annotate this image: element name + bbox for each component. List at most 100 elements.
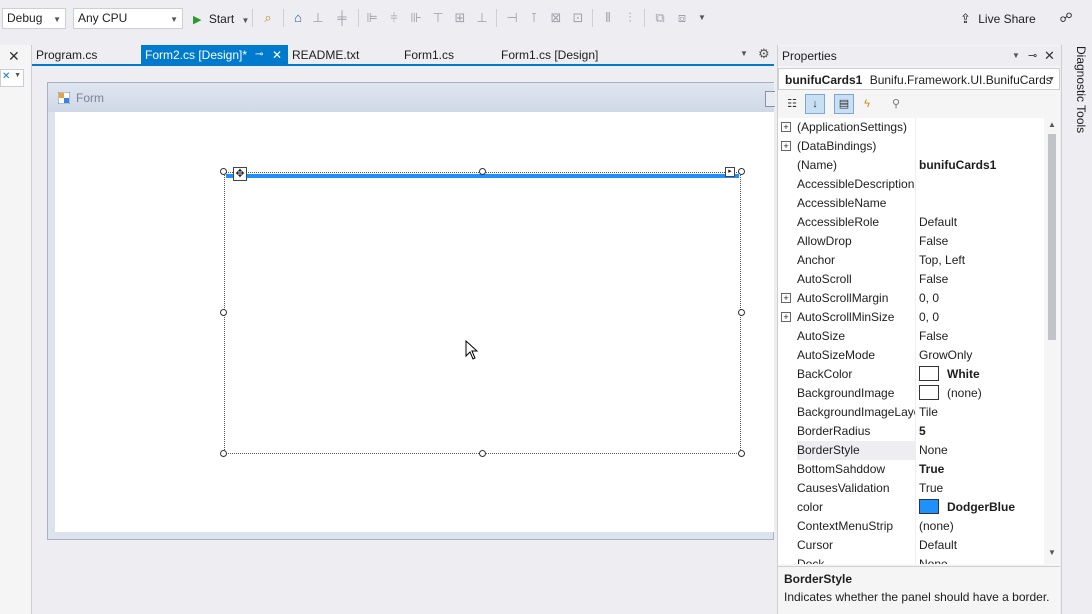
- align-left-icon[interactable]: ⊫: [364, 10, 380, 26]
- tab-form1-design[interactable]: Form1.cs [Design]: [497, 45, 647, 65]
- property-row[interactable]: AutoSize False: [778, 327, 1044, 346]
- object-selector[interactable]: bunifuCards1 Bunifu.Framework.UI.BunifuC…: [778, 68, 1060, 90]
- property-value[interactable]: None: [919, 555, 1044, 564]
- config-dropdown[interactable]: Debug ▼: [2, 8, 66, 29]
- property-value[interactable]: True: [919, 479, 1044, 498]
- property-value[interactable]: GrowOnly: [919, 346, 1044, 365]
- grid-icon[interactable]: ⊥: [310, 10, 326, 26]
- bring-front-icon[interactable]: ⧉: [652, 10, 668, 26]
- property-value[interactable]: White: [919, 365, 1044, 384]
- property-row[interactable]: + (DataBindings): [778, 137, 1044, 156]
- property-value[interactable]: True: [919, 460, 1044, 479]
- property-value[interactable]: DodgerBlue: [919, 498, 1044, 517]
- tab-form2-design[interactable]: Form2.cs [Design]* ⊸ ✕: [141, 45, 288, 65]
- expand-icon[interactable]: +: [781, 293, 791, 303]
- property-row[interactable]: BorderRadius 5: [778, 422, 1044, 441]
- alphabetical-icon[interactable]: ↓: [805, 94, 825, 114]
- categorized-icon[interactable]: ☷: [782, 94, 802, 114]
- pin-icon[interactable]: ⊸: [255, 45, 263, 65]
- property-row[interactable]: BottomSahddow True: [778, 460, 1044, 479]
- property-value[interactable]: Top, Left: [919, 251, 1044, 270]
- align-top-icon[interactable]: ⊤: [430, 10, 446, 26]
- properties-icon[interactable]: ▤: [834, 94, 854, 114]
- align-right-icon[interactable]: ⊪: [408, 10, 424, 26]
- property-row[interactable]: Dock None: [778, 555, 1044, 564]
- align-center-icon[interactable]: ⫩: [386, 10, 402, 26]
- property-row[interactable]: AutoSizeMode GrowOnly: [778, 346, 1044, 365]
- property-value[interactable]: False: [919, 232, 1044, 251]
- resize-handle[interactable]: [220, 168, 227, 175]
- smart-tag-icon[interactable]: ▸: [725, 167, 735, 177]
- width-icon[interactable]: ⊣: [504, 10, 520, 26]
- form-control-box[interactable]: [765, 91, 775, 107]
- resize-handle[interactable]: [738, 168, 745, 175]
- horizontal-spacing-icon[interactable]: ⫴: [600, 10, 616, 26]
- property-value[interactable]: 5: [919, 422, 1044, 441]
- resize-handle[interactable]: [738, 450, 745, 457]
- property-row[interactable]: AccessibleDescription: [778, 175, 1044, 194]
- property-value[interactable]: 0, 0: [919, 308, 1044, 327]
- resize-handle[interactable]: [220, 450, 227, 457]
- diagnostic-tools-tab[interactable]: Diagnostic Tools: [1068, 46, 1088, 136]
- property-row[interactable]: (Name) bunifuCards1: [778, 156, 1044, 175]
- property-row[interactable]: CausesValidation True: [778, 479, 1044, 498]
- scroll-down-icon[interactable]: ▼: [1048, 548, 1056, 557]
- bunifu-card-control[interactable]: [224, 172, 741, 454]
- property-row[interactable]: Cursor Default: [778, 536, 1044, 555]
- property-value[interactable]: Default: [919, 213, 1044, 232]
- tab-readme[interactable]: README.txt: [288, 45, 396, 65]
- form-titlebar[interactable]: Form: [48, 83, 775, 112]
- property-row[interactable]: AutoScroll False: [778, 270, 1044, 289]
- property-row[interactable]: Anchor Top, Left: [778, 251, 1044, 270]
- gear-icon[interactable]: ⚙: [758, 46, 770, 62]
- property-row[interactable]: BackgroundImageLayout Tile: [778, 403, 1044, 422]
- property-value[interactable]: (none): [919, 517, 1044, 536]
- align-bottom-icon[interactable]: ⊥: [474, 10, 490, 26]
- close-icon[interactable]: ✕: [1044, 46, 1055, 66]
- resize-handle[interactable]: [479, 450, 486, 457]
- property-row[interactable]: color DodgerBlue: [778, 498, 1044, 517]
- window-position-icon[interactable]: ▼: [1012, 46, 1020, 66]
- pin-icon[interactable]: ⊸: [1028, 46, 1037, 66]
- expand-icon[interactable]: +: [781, 122, 791, 132]
- property-row[interactable]: AccessibleName: [778, 194, 1044, 213]
- resize-handle[interactable]: [738, 309, 745, 316]
- close-icon[interactable]: ✕: [272, 45, 282, 65]
- property-row[interactable]: ContextMenuStrip (none): [778, 517, 1044, 536]
- tab-program-cs[interactable]: Program.cs: [32, 45, 140, 65]
- property-value[interactable]: 0, 0: [919, 289, 1044, 308]
- property-pages-icon[interactable]: ⚲: [886, 94, 906, 114]
- property-value[interactable]: bunifuCards1: [919, 156, 1044, 175]
- property-value[interactable]: False: [919, 327, 1044, 346]
- close-icon[interactable]: ✕: [8, 48, 20, 65]
- property-row[interactable]: BorderStyle None: [778, 441, 1044, 460]
- chevron-down-icon[interactable]: ▼: [694, 10, 710, 26]
- tab-form1-cs[interactable]: Form1.cs: [400, 45, 494, 65]
- move-handle-icon[interactable]: ✥: [233, 167, 247, 181]
- resize-handle[interactable]: [479, 168, 486, 175]
- property-row[interactable]: BackColor White: [778, 365, 1044, 384]
- vertical-spacing-icon[interactable]: ⫶: [622, 10, 638, 26]
- expand-icon[interactable]: +: [781, 312, 791, 322]
- expand-icon[interactable]: +: [781, 141, 791, 151]
- scroll-up-icon[interactable]: ▲: [1048, 120, 1056, 129]
- tab-overflow-icon[interactable]: ▼: [740, 49, 748, 58]
- property-row[interactable]: + AutoScrollMinSize 0, 0: [778, 308, 1044, 327]
- home-icon[interactable]: ⌂: [290, 10, 306, 26]
- size-icon[interactable]: ⊠: [548, 10, 564, 26]
- align-grid-icon[interactable]: ╪: [334, 10, 350, 26]
- property-row[interactable]: AccessibleRole Default: [778, 213, 1044, 232]
- property-value[interactable]: Tile: [919, 403, 1044, 422]
- scrollbar-thumb[interactable]: [1048, 134, 1056, 340]
- property-value[interactable]: (none): [919, 384, 1044, 403]
- resize-handle[interactable]: [220, 309, 227, 316]
- property-value[interactable]: Default: [919, 536, 1044, 555]
- left-search-box[interactable]: ✕ ▼: [0, 69, 24, 87]
- live-share-button[interactable]: ⇪ Live Share: [960, 9, 1036, 29]
- clear-icon[interactable]: ✕: [2, 71, 10, 82]
- property-row[interactable]: + (ApplicationSettings): [778, 118, 1044, 137]
- grid-size-icon[interactable]: ⊡: [570, 10, 586, 26]
- property-row[interactable]: + AutoScrollMargin 0, 0: [778, 289, 1044, 308]
- property-value[interactable]: False: [919, 270, 1044, 289]
- send-back-icon[interactable]: ⧈: [674, 10, 690, 26]
